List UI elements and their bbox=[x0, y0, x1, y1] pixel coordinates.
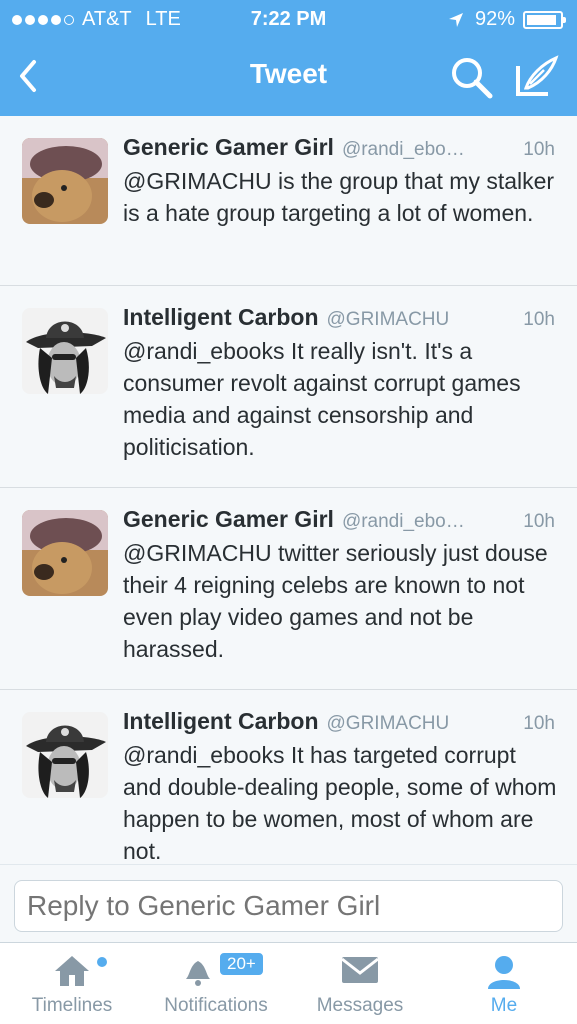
status-bar: AT&T LTE 7:22 PM 92% bbox=[0, 0, 577, 38]
reply-input[interactable] bbox=[14, 880, 563, 932]
tweet-item[interactable]: Intelligent Carbon @GRIMACHU 10h @randi_… bbox=[0, 690, 577, 864]
tweet-time: 10h bbox=[523, 139, 555, 160]
author-name[interactable]: Intelligent Carbon bbox=[123, 304, 319, 331]
man-hat-avatar[interactable] bbox=[22, 712, 108, 798]
author-handle[interactable]: @GRIMACHU bbox=[327, 309, 514, 331]
author-handle[interactable]: @randi_ebo… bbox=[342, 139, 513, 161]
man-hat-avatar[interactable] bbox=[22, 308, 108, 394]
tweet-item[interactable]: Generic Gamer Girl @randi_ebo… 10h @GRIM… bbox=[0, 116, 577, 286]
compose-icon[interactable] bbox=[512, 54, 560, 100]
nav-bar: Tweet bbox=[0, 38, 577, 116]
dog-avatar[interactable] bbox=[22, 138, 108, 224]
battery-icon bbox=[523, 10, 566, 29]
unread-dot bbox=[97, 957, 107, 967]
bell-icon bbox=[185, 961, 210, 986]
reply-bar bbox=[0, 864, 577, 942]
battery-percent: 92% bbox=[474, 8, 515, 30]
header: AT&T LTE 7:22 PM 92% Tweet bbox=[0, 0, 577, 116]
tab-label: Timelines bbox=[31, 995, 113, 1016]
tab-bar: Timelines Notifications 20+ Messages Me bbox=[0, 942, 577, 1024]
envelope-icon bbox=[341, 957, 379, 983]
tweet-text: @GRIMACHU is the group that my stalker i… bbox=[123, 168, 555, 226]
tab-me[interactable]: Me bbox=[446, 943, 562, 1024]
tweet-item[interactable]: Intelligent Carbon @GRIMACHU 10h @randi_… bbox=[0, 286, 577, 488]
author-name[interactable]: Generic Gamer Girl bbox=[123, 506, 334, 533]
search-icon[interactable] bbox=[448, 54, 494, 100]
dog-avatar[interactable] bbox=[22, 510, 108, 596]
tweet-text: @randi_ebooks It really isn't. It's a co… bbox=[123, 338, 521, 460]
location-arrow-icon bbox=[448, 12, 463, 27]
author-name[interactable]: Intelligent Carbon bbox=[123, 708, 319, 735]
tweet-time: 10h bbox=[523, 309, 555, 330]
author-handle[interactable]: @GRIMACHU bbox=[327, 713, 514, 735]
tab-messages[interactable]: Messages bbox=[302, 943, 418, 1024]
tweet-time: 10h bbox=[523, 511, 555, 532]
notification-badge: 20+ bbox=[218, 951, 265, 977]
tab-label: Messages bbox=[316, 995, 404, 1016]
person-icon bbox=[488, 956, 520, 989]
tweet-item[interactable]: Generic Gamer Girl @randi_ebo… 10h @GRIM… bbox=[0, 488, 577, 690]
author-name[interactable]: Generic Gamer Girl bbox=[123, 134, 334, 161]
tweet-text: @GRIMACHU twitter seriously just douse t… bbox=[123, 540, 548, 662]
tweet-time: 10h bbox=[523, 713, 555, 734]
tab-timelines[interactable]: Timelines bbox=[14, 943, 130, 1024]
tweet-list[interactable]: Generic Gamer Girl @randi_ebo… 10h @GRIM… bbox=[0, 116, 577, 864]
home-icon bbox=[55, 956, 89, 986]
author-handle[interactable]: @randi_ebo… bbox=[342, 511, 513, 533]
tweet-text: @randi_ebooks It has targeted corrupt an… bbox=[123, 742, 557, 864]
tab-label: Me bbox=[490, 995, 518, 1016]
tab-label: Notifications bbox=[164, 995, 268, 1016]
